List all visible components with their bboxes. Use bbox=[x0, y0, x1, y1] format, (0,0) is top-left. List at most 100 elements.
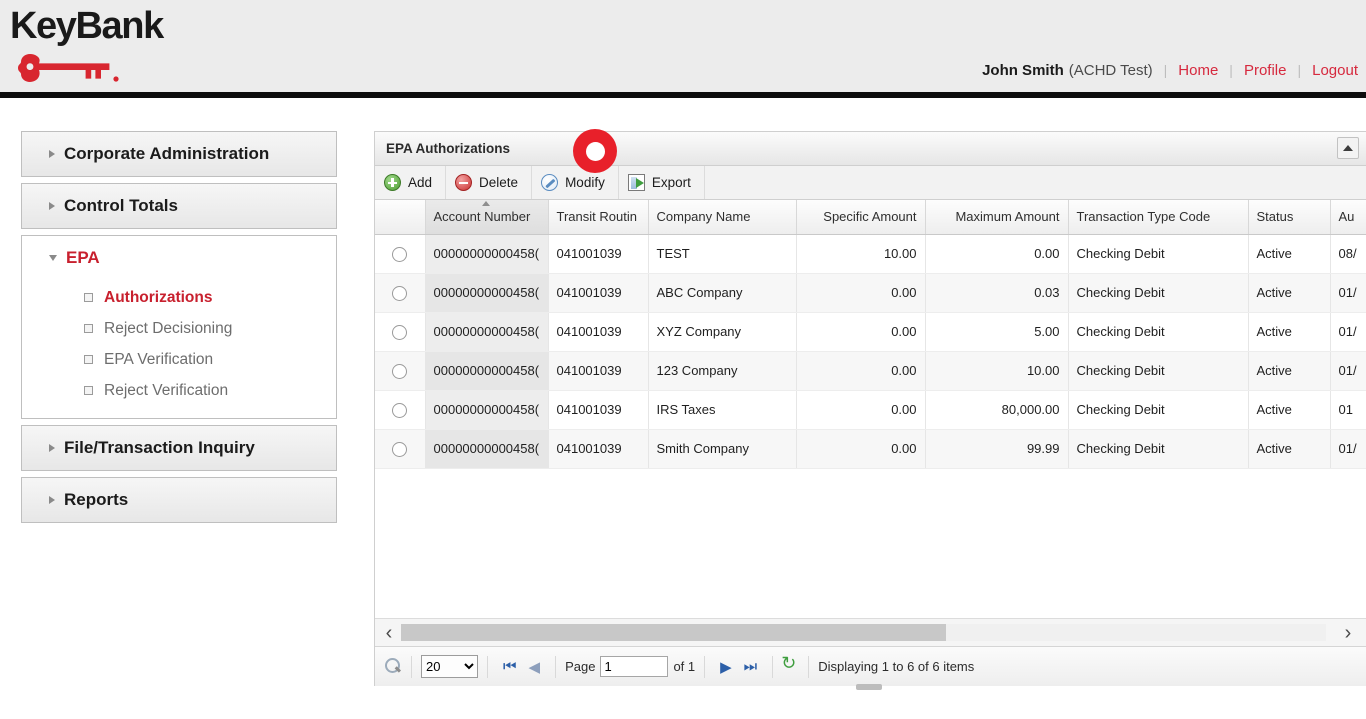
column-header-authorization-date[interactable]: Au bbox=[1330, 200, 1366, 234]
panel-header: EPA Authorizations bbox=[375, 132, 1366, 166]
page-number-input[interactable] bbox=[600, 656, 668, 677]
cell-maximum-amount: 0.03 bbox=[925, 273, 1068, 312]
cell-account-number: 00000000000458( bbox=[425, 312, 548, 351]
scrollbar-track[interactable] bbox=[401, 624, 1326, 641]
cell-authorization-date: 01/ bbox=[1330, 273, 1366, 312]
table-row[interactable]: 00000000000458( 041001039 ABC Company 0.… bbox=[375, 273, 1366, 312]
row-select-cell[interactable] bbox=[375, 351, 425, 390]
sidebar-item-epa[interactable]: EPA bbox=[22, 236, 336, 280]
cell-company-name: Smith Company bbox=[648, 429, 796, 468]
cell-transit-routing: 041001039 bbox=[548, 234, 648, 273]
divider: | bbox=[1297, 62, 1301, 78]
row-radio-button[interactable] bbox=[392, 247, 407, 262]
chevron-left-icon[interactable]: ‹ bbox=[375, 623, 403, 643]
cell-status: Active bbox=[1248, 312, 1330, 351]
row-radio-button[interactable] bbox=[392, 286, 407, 301]
leaf-node-icon bbox=[84, 386, 93, 395]
table-row[interactable]: 00000000000458( 041001039 IRS Taxes 0.00… bbox=[375, 390, 1366, 429]
row-select-cell[interactable] bbox=[375, 312, 425, 351]
brand-wordmark: KeyBank bbox=[10, 4, 328, 48]
first-page-icon[interactable]: ⏮ bbox=[497, 658, 523, 675]
divider: | bbox=[1164, 62, 1168, 78]
row-select-cell[interactable] bbox=[375, 273, 425, 312]
cell-specific-amount: 0.00 bbox=[796, 351, 925, 390]
sidebar-item-file-transaction-inquiry[interactable]: File/Transaction Inquiry bbox=[22, 426, 336, 470]
sidebar-item-label: Control Totals bbox=[64, 196, 178, 216]
column-header-transit-routing[interactable]: Transit Routin bbox=[548, 200, 648, 234]
row-select-cell[interactable] bbox=[375, 234, 425, 273]
cell-authorization-date: 01 bbox=[1330, 390, 1366, 429]
page-size-select[interactable]: 20 50 100 bbox=[421, 655, 478, 678]
sidebar-subitem-label: Authorizations bbox=[104, 289, 213, 307]
table-header-row: Account Number Transit Routin Company Na… bbox=[375, 200, 1366, 234]
add-button[interactable]: Add bbox=[375, 166, 446, 199]
cell-company-name: XYZ Company bbox=[648, 312, 796, 351]
delete-button[interactable]: Delete bbox=[446, 166, 532, 199]
cell-company-name: 123 Company bbox=[648, 351, 796, 390]
leaf-node-icon bbox=[84, 293, 93, 302]
row-radio-button[interactable] bbox=[392, 325, 407, 340]
cell-status: Active bbox=[1248, 234, 1330, 273]
row-radio-button[interactable] bbox=[392, 442, 407, 457]
sidebar-group-reports: Reports bbox=[21, 477, 337, 523]
row-select-cell[interactable] bbox=[375, 390, 425, 429]
masthead-divider bbox=[0, 92, 1366, 98]
panel-resize-handle[interactable] bbox=[856, 684, 882, 690]
table-row[interactable]: 00000000000458( 041001039 XYZ Company 0.… bbox=[375, 312, 1366, 351]
cell-specific-amount: 0.00 bbox=[796, 312, 925, 351]
cell-transaction-type-code: Checking Debit bbox=[1068, 234, 1248, 273]
sidebar-item-epa-verification[interactable]: EPA Verification bbox=[22, 344, 336, 375]
row-select-cell[interactable] bbox=[375, 429, 425, 468]
sidebar: Corporate Administration Control Totals … bbox=[21, 131, 337, 529]
chevron-right-icon bbox=[49, 150, 55, 158]
divider bbox=[704, 656, 705, 678]
leaf-node-icon bbox=[84, 355, 93, 364]
sidebar-item-reject-verification[interactable]: Reject Verification bbox=[22, 375, 336, 406]
logout-link[interactable]: Logout bbox=[1312, 62, 1358, 79]
cell-status: Active bbox=[1248, 273, 1330, 312]
sidebar-item-authorizations[interactable]: Authorizations bbox=[22, 282, 336, 313]
chevron-right-icon bbox=[49, 202, 55, 210]
sidebar-group-file-transaction-inquiry: File/Transaction Inquiry bbox=[21, 425, 337, 471]
user-name: John Smith bbox=[982, 62, 1064, 79]
horizontal-scrollbar[interactable]: ‹ › bbox=[375, 618, 1366, 646]
table-row[interactable]: 00000000000458( 041001039 Smith Company … bbox=[375, 429, 1366, 468]
profile-link[interactable]: Profile bbox=[1244, 62, 1287, 79]
next-page-icon[interactable]: ▶ bbox=[714, 658, 738, 676]
table-row[interactable]: 00000000000458( 041001039 TEST 10.00 0.0… bbox=[375, 234, 1366, 273]
cell-maximum-amount: 5.00 bbox=[925, 312, 1068, 351]
chevron-right-icon[interactable]: › bbox=[1334, 623, 1362, 643]
last-page-icon[interactable]: ⏭ bbox=[738, 658, 764, 675]
display-info-label: Displaying 1 to 6 of 6 items bbox=[818, 659, 974, 674]
sidebar-item-reject-decisioning[interactable]: Reject Decisioning bbox=[22, 313, 336, 344]
column-header-status[interactable]: Status bbox=[1248, 200, 1330, 234]
table-row[interactable]: 00000000000458( 041001039 123 Company 0.… bbox=[375, 351, 1366, 390]
sidebar-group-corporate-administration: Corporate Administration bbox=[21, 131, 337, 177]
row-radio-button[interactable] bbox=[392, 403, 407, 418]
modify-button[interactable]: Modify bbox=[532, 166, 619, 199]
column-header-maximum-amount[interactable]: Maximum Amount bbox=[925, 200, 1068, 234]
sidebar-item-reports[interactable]: Reports bbox=[22, 478, 336, 522]
row-radio-button[interactable] bbox=[392, 364, 407, 379]
brand-logo[interactable]: KeyBank bbox=[8, 4, 328, 88]
prev-page-icon[interactable]: ◀ bbox=[523, 658, 547, 676]
sidebar-item-corporate-administration[interactable]: Corporate Administration bbox=[22, 132, 336, 176]
search-icon[interactable] bbox=[385, 658, 402, 675]
cell-account-number: 00000000000458( bbox=[425, 273, 548, 312]
chevron-right-icon bbox=[49, 444, 55, 452]
home-link[interactable]: Home bbox=[1178, 62, 1218, 79]
column-header-account-number[interactable]: Account Number bbox=[425, 200, 548, 234]
column-header-select bbox=[375, 200, 425, 234]
column-header-specific-amount[interactable]: Specific Amount bbox=[796, 200, 925, 234]
cell-company-name: IRS Taxes bbox=[648, 390, 796, 429]
column-header-company-name[interactable]: Company Name bbox=[648, 200, 796, 234]
scrollbar-thumb[interactable] bbox=[401, 624, 946, 641]
cell-transit-routing: 041001039 bbox=[548, 351, 648, 390]
refresh-icon[interactable] bbox=[782, 658, 799, 675]
column-header-transaction-type-code[interactable]: Transaction Type Code bbox=[1068, 200, 1248, 234]
sidebar-item-control-totals[interactable]: Control Totals bbox=[22, 184, 336, 228]
page-label: Page bbox=[565, 659, 595, 674]
export-button[interactable]: Export bbox=[619, 166, 705, 199]
collapse-up-icon[interactable] bbox=[1337, 137, 1359, 159]
triangle-up-glyph bbox=[1343, 145, 1353, 151]
